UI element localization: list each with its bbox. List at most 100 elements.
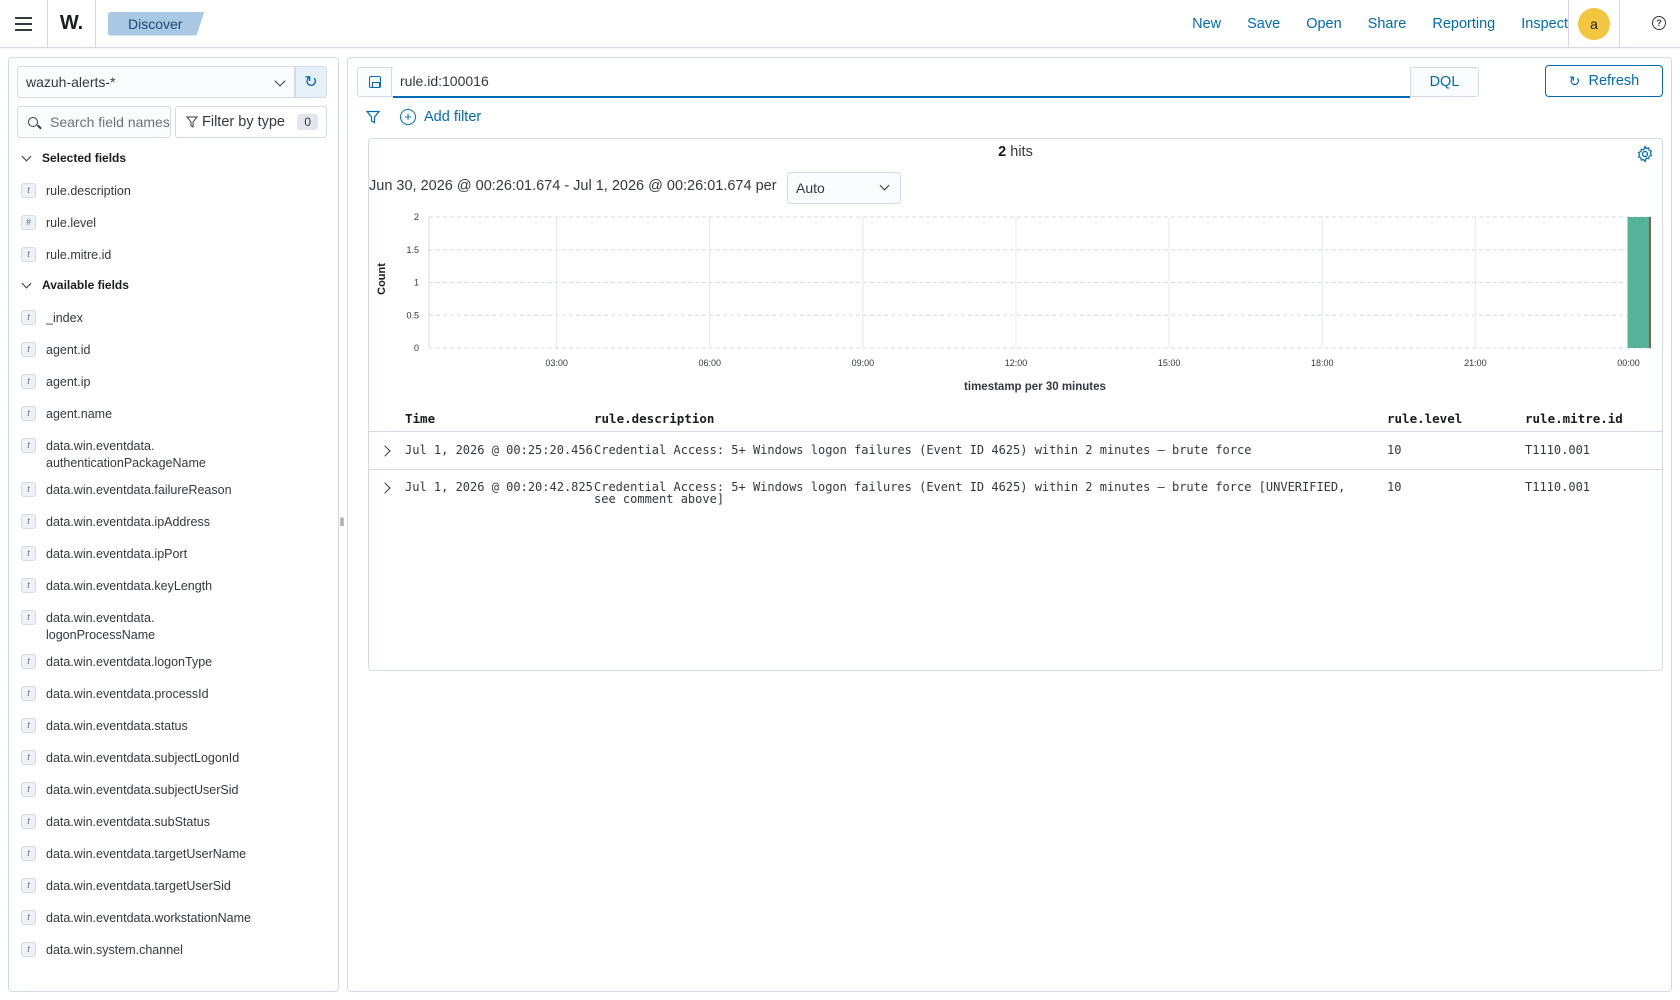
field-item[interactable]: t data.win.eventdata.subStatus [21, 814, 326, 831]
menu-toggle-button[interactable] [0, 0, 48, 48]
available-fields-header[interactable]: Available fields [21, 278, 129, 292]
cell-description: Credential Access: 5+ Windows logon fail… [594, 443, 1252, 457]
table-row[interactable]: Jul 1, 2026 @ 00:20:42.825 Credential Ac… [369, 470, 1662, 510]
refresh-label: Refresh [1588, 73, 1640, 89]
column-rule-description[interactable]: rule.description [594, 411, 714, 426]
breadcrumb-discover[interactable]: Discover [108, 12, 204, 36]
field-search-placeholder: Search field names [50, 114, 170, 130]
string-type-icon: t [21, 310, 36, 325]
string-type-icon: t [21, 406, 36, 421]
string-type-icon: t [21, 782, 36, 797]
cell-mitre: T1110.001 [1525, 480, 1591, 494]
share-link[interactable]: Share [1368, 16, 1407, 32]
string-type-icon: t [21, 247, 36, 262]
help-icon[interactable]: ? [1652, 16, 1666, 30]
filter-by-type-button[interactable]: Filter by type 0 [175, 106, 327, 138]
field-item[interactable]: t data.win.eventdata.status [21, 718, 326, 735]
reporting-link[interactable]: Reporting [1432, 16, 1495, 32]
field-name: rule.level [46, 216, 97, 230]
refresh-icon: ↻ [1568, 72, 1581, 89]
index-pattern-select[interactable]: wazuh-alerts-* [17, 66, 295, 98]
field-item[interactable]: t data.win.eventdata.ipAddress [21, 514, 326, 531]
field-item[interactable]: t agent.id [21, 342, 326, 359]
hits-number: 2 [998, 144, 1007, 160]
field-item[interactable]: t data.win.eventdata.keyLength [21, 578, 326, 595]
y-axis-label: Count [376, 263, 388, 295]
field-item[interactable]: t data.win.eventdata.targetUserSid [21, 878, 326, 895]
user-menu-button[interactable]: a [1568, 0, 1620, 48]
field-name: rule.mitre.id [46, 248, 112, 262]
field-item[interactable]: t rule.description [21, 183, 326, 200]
cell-level: 10 [1387, 443, 1402, 457]
field-item[interactable]: t data.win.eventdata.processId [21, 686, 326, 703]
column-rule-level[interactable]: rule.level [1387, 411, 1462, 426]
field-name: data.win.eventdata. authenticationPackag… [46, 439, 206, 470]
field-item[interactable]: t agent.name [21, 406, 326, 423]
discover-main: rule.id:100016 DQL ↻ Refresh + Add filte… [347, 57, 1672, 992]
save-link[interactable]: Save [1247, 16, 1280, 32]
x-tick-label: 12:00 [1005, 358, 1028, 368]
wazuh-logo[interactable]: W. [48, 0, 96, 48]
filter-icon[interactable] [366, 110, 380, 124]
chevron-right-icon[interactable] [379, 445, 391, 457]
cell-time: Jul 1, 2026 @ 00:25:20.456 [405, 443, 593, 457]
field-name: agent.id [46, 343, 91, 357]
field-item[interactable]: t data.win.eventdata.subjectUserSid [21, 782, 326, 799]
field-item[interactable]: t data.win.eventdata. logonProcessName [21, 610, 326, 644]
new-link[interactable]: New [1192, 16, 1221, 32]
saved-query-button[interactable] [358, 68, 392, 96]
table-row[interactable]: Jul 1, 2026 @ 00:25:20.456 Credential Ac… [369, 433, 1662, 470]
field-item[interactable]: t data.win.eventdata.ipPort [21, 546, 326, 563]
field-search-input[interactable]: Search field names [17, 106, 171, 138]
open-link[interactable]: Open [1306, 16, 1341, 32]
index-pattern-value: wazuh-alerts-* [26, 74, 116, 90]
chevron-right-icon[interactable] [379, 482, 391, 494]
field-item[interactable]: t data.win.eventdata.targetUserName [21, 846, 326, 863]
field-name: data.win.eventdata.targetUserSid [46, 879, 231, 893]
field-name: data.win.eventdata.keyLength [46, 579, 213, 593]
field-item[interactable]: t rule.mitre.id [21, 247, 326, 264]
field-item[interactable]: t data.win.eventdata.failureReason [21, 482, 326, 499]
field-item[interactable]: t data.win.eventdata.subjectLogonId [21, 750, 326, 767]
field-item[interactable]: t data.win.system.channel [21, 942, 326, 959]
histogram-chart: 0 0.5 1 1.5 2 03:00 06:00 09:00 12:00 15:00 18:00… [376, 212, 1654, 393]
field-item[interactable]: t data.win.eventdata.workstationName [21, 910, 326, 927]
y-tick-label: 1 [414, 278, 419, 288]
filter-bar: + Add filter [366, 105, 481, 129]
string-type-icon: t [21, 578, 36, 593]
field-item[interactable]: t _index [21, 310, 326, 327]
field-name: data.win.eventdata.targetUserName [46, 847, 247, 861]
field-item[interactable]: t agent.ip [21, 374, 326, 391]
interval-value: Auto [796, 180, 825, 196]
string-type-icon: t [21, 814, 36, 829]
field-item[interactable]: # rule.level [21, 215, 326, 232]
selected-fields-header[interactable]: Selected fields [21, 151, 126, 165]
filter-by-type-label: Filter by type [202, 114, 285, 130]
index-refresh-button[interactable]: ↻ [295, 66, 327, 98]
field-name: rule.description [46, 184, 131, 198]
cell-mitre: T1110.001 [1525, 443, 1591, 457]
refresh-icon: ↻ [304, 74, 318, 91]
x-tick-label: 03:00 [545, 358, 568, 368]
column-time[interactable]: Time [405, 411, 435, 426]
field-item[interactable]: t data.win.eventdata.logonType [21, 654, 326, 671]
table-header: Time rule.description rule.level rule.mi… [369, 404, 1662, 432]
x-tick-label: 09:00 [852, 358, 875, 368]
interval-select[interactable]: Auto [787, 172, 901, 204]
top-header: W. Discover New Save Open Share Reportin… [0, 0, 1680, 48]
column-rule-mitre-id[interactable]: rule.mitre.id [1525, 411, 1623, 426]
query-bar: rule.id:100016 DQL [357, 67, 1479, 98]
query-language-button[interactable]: DQL [1410, 68, 1478, 96]
inspect-link[interactable]: Inspect [1521, 16, 1568, 32]
refresh-button[interactable]: ↻ Refresh [1545, 65, 1663, 97]
string-type-icon: t [21, 942, 36, 957]
add-filter-button[interactable]: Add filter [424, 109, 481, 125]
field-name: data.win.eventdata.status [46, 719, 188, 733]
gear-icon[interactable] [1636, 145, 1654, 163]
sidebar-resize-handle[interactable]: ‖ [338, 515, 346, 533]
field-name: data.win.eventdata.subjectUserSid [46, 783, 239, 797]
query-input[interactable]: rule.id:100016 [393, 67, 1410, 98]
cell-level: 10 [1387, 480, 1402, 494]
field-item[interactable]: t data.win.eventdata. authenticationPacka… [21, 438, 326, 472]
histogram-bar[interactable] [1627, 217, 1651, 348]
